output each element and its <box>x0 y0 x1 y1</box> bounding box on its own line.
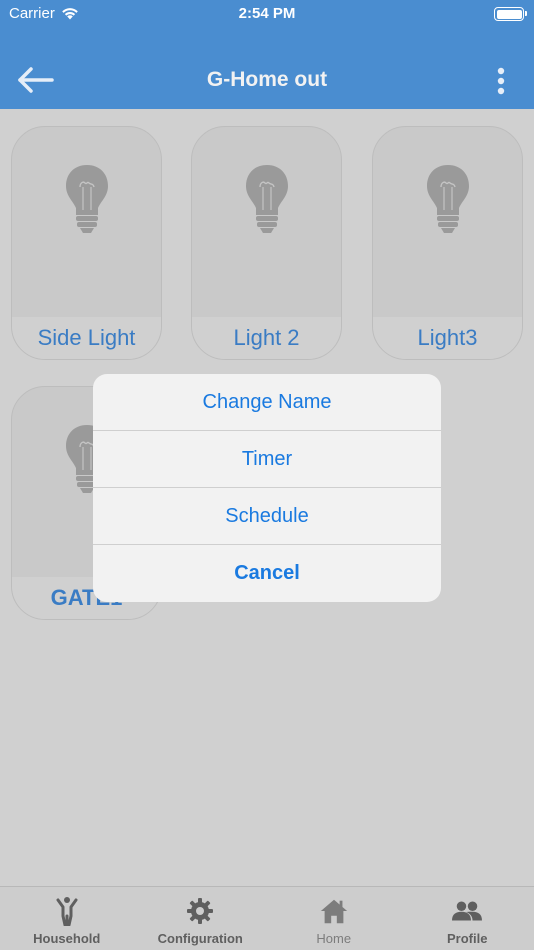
change-name-button[interactable]: Change Name <box>93 374 441 431</box>
people-icon <box>452 895 483 927</box>
light-bulb-icon <box>245 165 288 233</box>
battery-icon <box>494 7 527 21</box>
device-name: Side Light <box>37 325 136 350</box>
more-vertical-icon <box>497 67 505 95</box>
device-card[interactable]: Light 2 <box>191 126 342 360</box>
tab-profile[interactable]: Profile <box>401 887 534 950</box>
tab-label: Home <box>316 931 352 946</box>
tab-bar: Household Configuration Home Profile <box>0 886 534 950</box>
tab-label: Profile <box>447 931 488 946</box>
tab-label: Configuration <box>157 931 243 946</box>
status-time: 2:54 PM <box>238 5 296 22</box>
more-menu-button[interactable] <box>490 65 512 97</box>
cancel-button[interactable]: Cancel <box>93 545 441 602</box>
tab-configuration[interactable]: Configuration <box>134 887 268 950</box>
home-icon <box>319 895 349 927</box>
status-bar: Carrier 2:54 PM <box>0 0 534 30</box>
device-card[interactable]: Side Light <box>11 126 162 360</box>
device-name: Light 2 <box>233 325 300 350</box>
action-sheet: Change Name Timer Schedule Cancel <box>93 374 441 602</box>
light-bulb-icon <box>426 165 469 233</box>
device-card[interactable]: Light3 <box>372 126 523 360</box>
light-bulb-icon <box>65 165 108 233</box>
tab-home[interactable]: Home <box>267 887 401 950</box>
schedule-button[interactable]: Schedule <box>93 488 441 545</box>
device-name: Light3 <box>417 325 478 350</box>
tab-label: Household <box>33 931 101 946</box>
app-header: Carrier 2:54 PM G-Home out <box>0 0 534 109</box>
gear-icon <box>185 895 215 927</box>
page-title: G-Home out <box>206 68 328 91</box>
person-icon <box>52 895 82 927</box>
tab-household[interactable]: Household <box>0 887 134 950</box>
timer-button[interactable]: Timer <box>93 431 441 488</box>
